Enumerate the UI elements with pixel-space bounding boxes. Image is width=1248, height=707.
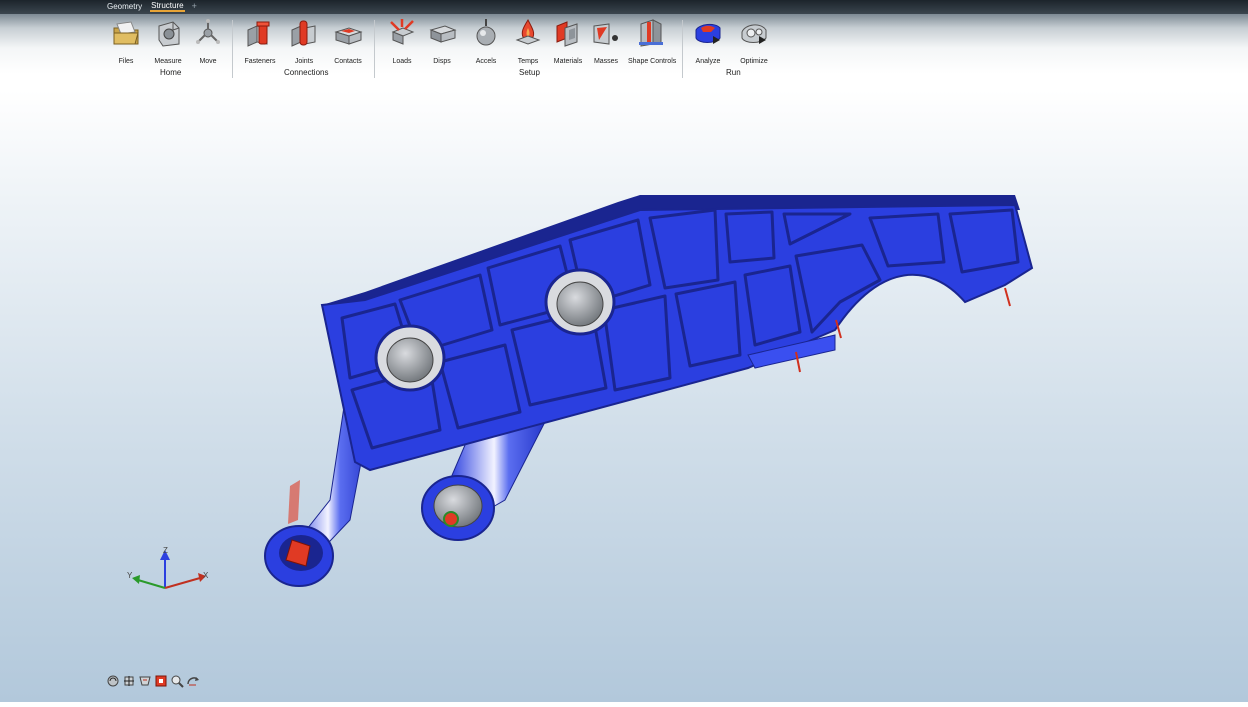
view-reset-icon[interactable] [186, 674, 200, 688]
view-toolbar [106, 674, 200, 688]
materials-icon [556, 21, 578, 47]
contact-icon [334, 27, 363, 45]
displacement-icon [429, 25, 457, 43]
joint-icon [291, 20, 316, 47]
measure-button[interactable]: Measure [146, 18, 190, 65]
load-icon [390, 19, 415, 45]
temperature-icon [515, 18, 541, 45]
view-fit-icon[interactable] [154, 674, 168, 688]
fasteners-button[interactable]: Fasteners [238, 18, 282, 65]
group-label-setup: Setup [519, 68, 540, 77]
title-bar: Geometry Structure + [0, 0, 1248, 14]
view-magnify-icon[interactable] [170, 674, 184, 688]
analyze-button[interactable]: Analyze [686, 18, 730, 65]
folder-icon [113, 21, 139, 45]
group-label-connections: Connections [284, 68, 329, 77]
view-zoom-icon[interactable] [138, 674, 152, 688]
temps-button[interactable]: Temps [506, 18, 550, 65]
group-label-home: Home [160, 68, 182, 77]
view-rotate-icon[interactable] [106, 674, 120, 688]
axis-triad: Z X Y [127, 546, 209, 589]
loads-button[interactable]: Loads [380, 18, 424, 65]
optimize-button[interactable]: Optimize [732, 18, 776, 65]
contacts-button[interactable]: Contacts [326, 18, 370, 65]
tab-geometry[interactable]: Geometry [106, 2, 143, 11]
axis-x-label: X [203, 571, 209, 580]
pivot-hub-left[interactable] [374, 324, 446, 392]
fastener-icon [247, 21, 270, 47]
disps-button[interactable]: Disps [420, 18, 464, 65]
axis-y-label: Y [127, 571, 133, 580]
ribbon-toolbar: Files Measure Move Home Fasteners Joints… [0, 14, 1248, 80]
tab-strip: Geometry Structure + [106, 1, 197, 12]
view-pan-icon[interactable] [122, 674, 136, 688]
acceleration-icon [476, 19, 496, 46]
move-button[interactable]: Move [186, 18, 230, 65]
ribbon-separator [232, 20, 233, 78]
pivot-hub-center[interactable] [544, 268, 616, 336]
model-viewport[interactable]: Z X Y [0, 80, 1248, 702]
files-button[interactable]: Files [104, 18, 148, 65]
ribbon-separator [374, 20, 375, 78]
mass-icon [593, 23, 618, 45]
move-icon [196, 19, 220, 44]
shape-controls-button[interactable]: Shape Controls [628, 18, 676, 65]
shape-controls-icon [639, 19, 663, 47]
axis-z-label: Z [163, 546, 168, 555]
ribbon-separator [682, 20, 683, 78]
analyze-icon [695, 23, 721, 44]
tab-structure[interactable]: Structure [150, 1, 185, 12]
group-label-run: Run [726, 68, 741, 77]
joints-button[interactable]: Joints [282, 18, 326, 65]
measure-icon [158, 21, 180, 47]
masses-button[interactable]: Masses [584, 18, 628, 65]
accels-button[interactable]: Accels [464, 18, 508, 65]
add-tab-button[interactable]: + [192, 2, 197, 11]
optimize-icon [741, 24, 767, 44]
model-render[interactable]: Z X Y [0, 80, 1248, 702]
